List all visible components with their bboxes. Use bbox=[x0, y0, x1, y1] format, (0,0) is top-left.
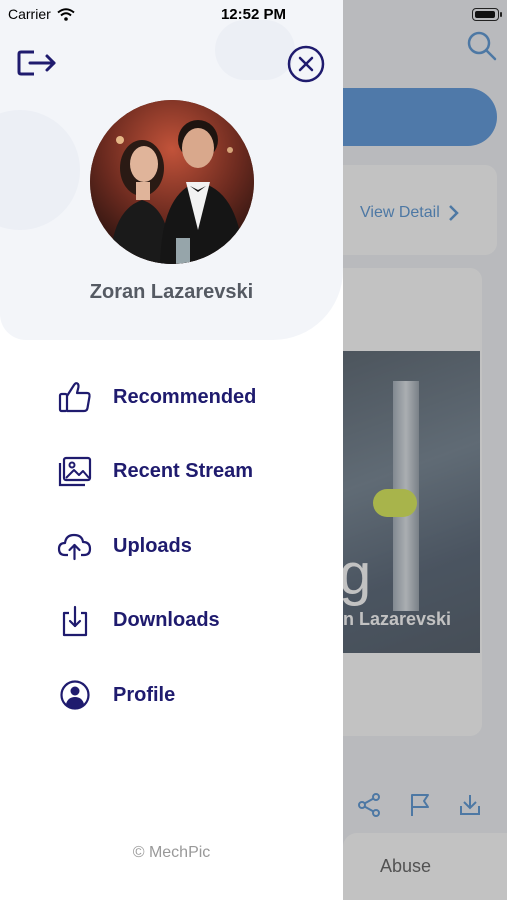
user-name: Zoran Lazarevski bbox=[89, 281, 254, 303]
avatar-photo bbox=[90, 100, 254, 264]
copyright-text: © MechPic bbox=[132, 844, 211, 861]
status-bar: Carrier 12:52 PM bbox=[0, 0, 507, 28]
navigation-drawer: Zoran Lazarevski Recommended Recent Stre… bbox=[0, 0, 343, 900]
user-circle-icon bbox=[56, 676, 94, 714]
menu-label: Downloads bbox=[113, 609, 220, 631]
download-icon bbox=[56, 602, 94, 640]
drawer-menu: Recommended Recent Stream Uploads Downlo… bbox=[56, 370, 256, 743]
menu-item-recent-stream[interactable]: Recent Stream bbox=[56, 445, 256, 499]
dim-overlay[interactable] bbox=[343, 0, 507, 900]
gallery-icon bbox=[56, 453, 94, 491]
header-decoration bbox=[0, 110, 80, 230]
menu-item-uploads[interactable]: Uploads bbox=[56, 519, 256, 573]
header-decoration bbox=[215, 20, 295, 80]
battery-icon bbox=[472, 8, 502, 21]
menu-label: Recent Stream bbox=[113, 460, 254, 482]
status-time: 12:52 PM bbox=[220, 6, 287, 23]
logout-icon[interactable] bbox=[16, 44, 58, 82]
close-icon[interactable] bbox=[287, 45, 325, 83]
menu-label: Profile bbox=[113, 683, 176, 706]
menu-label: Recommended bbox=[113, 385, 257, 408]
thumbs-up-icon bbox=[56, 378, 94, 416]
menu-item-downloads[interactable]: Downloads bbox=[56, 594, 256, 648]
menu-item-recommended[interactable]: Recommended bbox=[56, 370, 256, 424]
menu-item-profile[interactable]: Profile bbox=[56, 668, 256, 722]
avatar[interactable] bbox=[90, 100, 254, 264]
drawer-header: Zoran Lazarevski bbox=[0, 0, 343, 340]
menu-label: Uploads bbox=[113, 534, 192, 557]
cloud-upload-icon bbox=[56, 527, 94, 565]
